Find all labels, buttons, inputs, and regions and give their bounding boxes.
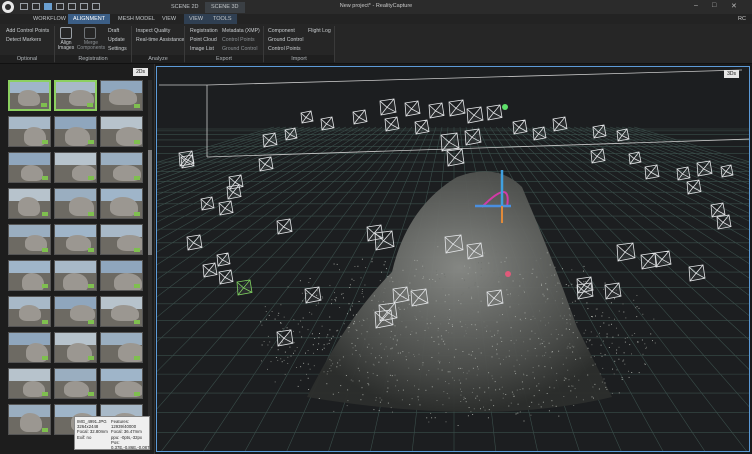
tab-alignment[interactable]: ALIGNMENT [68,14,111,24]
tab-tools[interactable]: TOOLS [208,14,237,24]
close-button[interactable]: ✕ [731,2,737,10]
layout-5-icon[interactable] [68,3,76,10]
export-ground-control-button[interactable]: Ground Control [222,46,257,52]
export-image-list-button[interactable]: Image List [190,46,214,52]
image-thumbnail[interactable] [8,188,51,219]
images-scrollbar[interactable] [148,80,152,450]
align-images-icon[interactable] [60,27,72,39]
section-import: Import [264,55,334,63]
image-thumbnail[interactable] [100,152,143,183]
real-time-assistance-button[interactable]: Real-time Assistance [136,37,184,43]
title-bar: SCENE 2D SCENE 3D New project* - Reality… [0,0,752,14]
tooltip-exif: Exif: no [77,434,92,440]
tab-scene-3d[interactable]: SCENE 3D [205,2,245,13]
image-thumbnail[interactable] [100,80,143,111]
image-thumbnail[interactable] [100,296,143,327]
update-button[interactable]: Update [108,37,125,43]
import-flight-log-button[interactable]: Flight Log [308,28,331,34]
image-thumbnail[interactable] [8,260,51,291]
user-badge[interactable]: RC [738,16,746,22]
image-thumbnail[interactable] [8,224,51,255]
image-thumbnail[interactable] [8,116,51,147]
image-thumbnail[interactable] [100,224,143,255]
tooltip-focal-exif: Focal: 32.80mm [77,429,108,435]
layout-6-icon[interactable] [80,3,88,10]
draft-button[interactable]: Draft [108,28,119,34]
settings-button[interactable]: Settings [108,46,127,52]
images-panel: 2Ds IMG_4991.JPG 3264x2448 Focal: 32.80m… [0,64,155,454]
image-thumbnail[interactable] [54,80,97,111]
panel-2ds-badge[interactable]: 2Ds [133,68,148,76]
layout-3-icon[interactable] [44,3,52,10]
section-optional: Optional [0,55,54,63]
image-thumbnail[interactable] [100,260,143,291]
image-thumbnail[interactable] [54,224,97,255]
tooltip-position: Pos: 0.37E,-0.86E,-0.087 [111,439,150,451]
image-thumbnail[interactable] [100,116,143,147]
tab-view-contextual[interactable]: VIEW [184,14,209,24]
ribbon: Add Control Points Detect Markers Option… [0,24,752,64]
import-component-button[interactable]: Component [268,28,295,34]
window-title: New project* - RealityCapture [339,3,413,9]
image-thumbnail[interactable] [54,368,97,399]
image-thumbnail[interactable] [100,368,143,399]
inspect-quality-button[interactable]: Inspect Quality [136,28,170,34]
tooltip-features: Features: 12939/40000 [111,419,137,430]
ribbon-tab-bar: WORKFLOW ALIGNMENT MESH MODEL VIEW VIEW … [0,14,752,24]
tab-view[interactable]: VIEW [157,14,181,24]
app-logo-icon[interactable] [2,1,14,13]
image-thumbnail[interactable] [8,332,51,363]
section-analyze: Analyze [132,55,184,63]
image-info-tooltip: IMG_4991.JPG 3264x2448 Focal: 32.80mm Ex… [74,416,150,450]
image-thumbnail[interactable] [8,80,51,111]
green-marker-icon[interactable] [502,104,508,110]
section-export: Export [185,55,263,63]
export-metadata-xmp-button[interactable]: Metadata (XMP) [222,28,260,34]
detect-markers-button[interactable]: Detect Markers [6,37,41,43]
image-thumbnail[interactable] [100,332,143,363]
image-thumbnail[interactable] [54,116,97,147]
align-images-button[interactable]: Align Images [55,41,77,51]
image-thumbnail[interactable] [8,296,51,327]
export-registration-button[interactable]: Registration [190,28,218,34]
layout-2-icon[interactable] [32,3,40,10]
image-thumbnail[interactable] [8,404,51,435]
merge-components-button[interactable]: Merge Components [76,41,106,51]
import-ground-control-button[interactable]: Ground Control [268,37,303,43]
tab-mesh-model[interactable]: MESH MODEL [113,14,160,24]
export-control-points-button[interactable]: Control Points [222,37,255,43]
scene-3d-canvas[interactable] [157,67,750,452]
images-scrollbar-thumb[interactable] [148,150,152,255]
image-thumbnail[interactable] [8,368,51,399]
image-thumbnail[interactable] [54,296,97,327]
image-thumbnail[interactable] [100,188,143,219]
merge-components-icon[interactable] [84,27,96,39]
maximize-button[interactable]: □ [712,2,716,9]
import-control-points-button[interactable]: Control Points [268,46,301,52]
image-thumbnail[interactable] [54,152,97,183]
tab-workflow[interactable]: WORKFLOW [28,14,71,24]
layout-1-icon[interactable] [20,3,28,10]
viewport-3d[interactable]: 3Ds [156,66,750,452]
viewport-3ds-badge[interactable]: 3Ds [724,70,739,78]
tab-scene-2d[interactable]: SCENE 2D [165,2,205,13]
export-point-cloud-button[interactable]: Point Cloud [190,37,217,43]
minimize-button[interactable]: – [694,2,698,9]
image-thumbnail[interactable] [8,152,51,183]
layout-7-icon[interactable] [92,3,100,10]
image-thumbnail[interactable] [54,332,97,363]
add-control-points-button[interactable]: Add Control Points [6,28,49,34]
layout-4-icon[interactable] [56,3,64,10]
pink-marker-icon[interactable] [505,271,511,277]
image-thumbnail[interactable] [54,260,97,291]
section-registration: Registration [55,55,131,63]
image-thumbnail[interactable] [54,188,97,219]
